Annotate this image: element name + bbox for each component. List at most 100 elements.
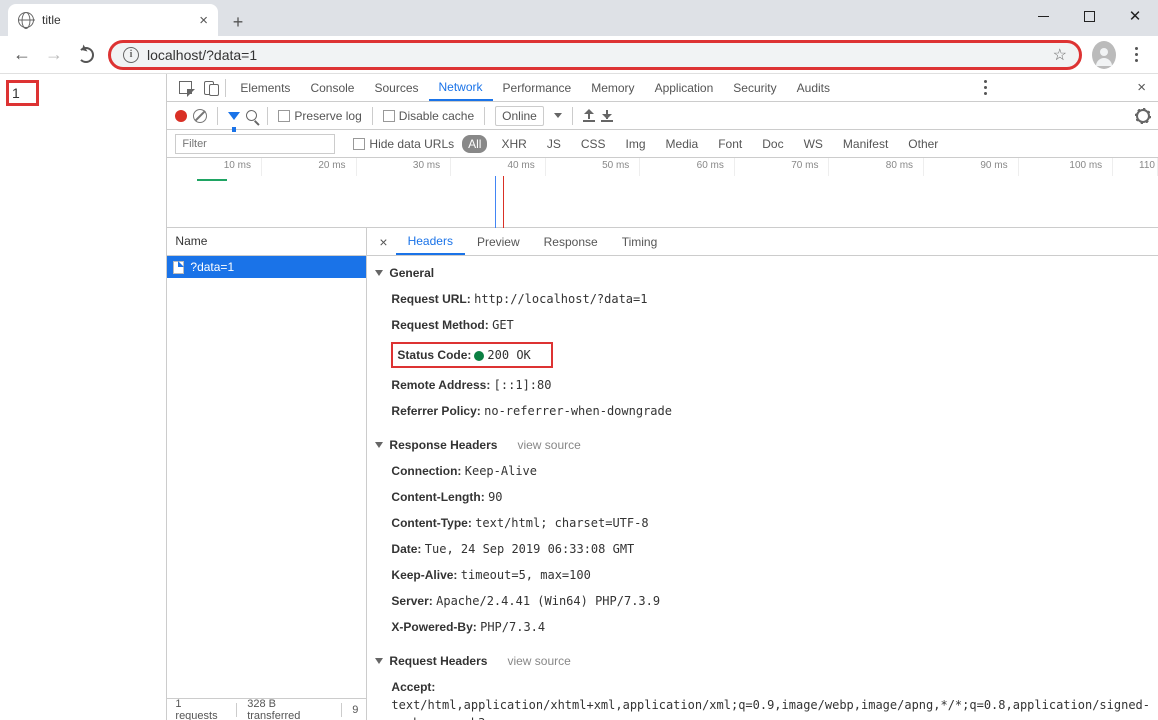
triangle-down-icon (375, 270, 383, 276)
filter-type-all[interactable]: All (462, 135, 487, 153)
tab-console[interactable]: Console (300, 74, 364, 101)
timeline-tick: 20 ms (262, 158, 357, 176)
kebab-icon (1135, 47, 1138, 62)
record-button[interactable] (175, 110, 187, 122)
filter-toggle-button[interactable] (228, 112, 240, 120)
column-header-name[interactable]: Name (167, 228, 366, 256)
devtools-menu-button[interactable] (974, 80, 998, 95)
timeline-tick: 80 ms (829, 158, 924, 176)
site-info-icon[interactable]: i (123, 47, 139, 63)
tab-security[interactable]: Security (723, 74, 786, 101)
status-code-highlight: Status Code:200 OK (391, 342, 553, 368)
filter-type-manifest[interactable]: Manifest (837, 135, 894, 153)
filter-type-ws[interactable]: WS (798, 135, 829, 153)
view-source-link[interactable]: view source (507, 654, 570, 668)
section-request-headers[interactable]: Request Headersview source (367, 648, 1158, 674)
window-titlebar: title × + ✕ (0, 0, 1158, 36)
filter-type-css[interactable]: CSS (575, 135, 612, 153)
timeline-load (503, 176, 504, 228)
device-toolbar-button[interactable] (197, 81, 221, 95)
tab-preview[interactable]: Preview (465, 228, 532, 255)
label-content-length: Content-Length: (391, 490, 484, 504)
search-button[interactable] (246, 110, 257, 121)
profile-button[interactable] (1088, 39, 1120, 71)
close-tab-icon[interactable]: × (199, 12, 208, 29)
window-close-button[interactable]: ✕ (1112, 0, 1158, 32)
tab-elements[interactable]: Elements (230, 74, 300, 101)
value-connection: Keep-Alive (465, 464, 537, 478)
label-connection: Connection: (391, 464, 461, 478)
window-minimize-button[interactable] (1020, 0, 1066, 32)
tab-timing[interactable]: Timing (610, 228, 670, 255)
label-request-method: Request Method: (391, 318, 488, 332)
inspect-element-button[interactable] (173, 81, 197, 94)
label-remote-address: Remote Address: (391, 378, 490, 392)
browser-tab[interactable]: title × (8, 4, 218, 36)
download-har-button[interactable] (601, 110, 613, 122)
section-general[interactable]: General (367, 260, 1158, 286)
tab-response[interactable]: Response (532, 228, 610, 255)
section-response-headers[interactable]: Response Headersview source (367, 432, 1158, 458)
filter-input[interactable] (175, 134, 335, 154)
window-maximize-button[interactable] (1066, 0, 1112, 32)
filter-bar: Hide data URLs All XHR JS CSS Img Media … (167, 130, 1158, 158)
filter-type-font[interactable]: Font (712, 135, 748, 153)
value-referrer-policy: no-referrer-when-downgrade (484, 404, 672, 418)
timeline-tick: 50 ms (546, 158, 641, 176)
value-keep-alive: timeout=5, max=100 (461, 568, 591, 582)
forward-button[interactable]: → (38, 39, 70, 71)
throttling-caret-icon[interactable] (554, 113, 562, 118)
network-timeline[interactable]: 10 ms 20 ms 30 ms 40 ms 50 ms 60 ms 70 m… (167, 158, 1158, 228)
filter-type-img[interactable]: Img (620, 135, 652, 153)
triangle-down-icon (375, 658, 383, 664)
value-request-url: http://localhost/?data=1 (474, 292, 647, 306)
filter-type-js[interactable]: JS (541, 135, 567, 153)
chrome-menu-button[interactable] (1120, 39, 1152, 71)
value-date: Tue, 24 Sep 2019 06:33:08 GMT (425, 542, 635, 556)
network-settings-button[interactable] (1136, 109, 1150, 123)
timeline-tick: 30 ms (357, 158, 452, 176)
view-source-link[interactable]: view source (517, 438, 580, 452)
globe-icon (18, 12, 34, 28)
request-row[interactable]: ?data=1 (167, 256, 366, 278)
timeline-tick: 90 ms (924, 158, 1019, 176)
throttling-select[interactable]: Online (495, 106, 544, 126)
preserve-log-checkbox[interactable]: Preserve log (278, 109, 361, 123)
tab-performance[interactable]: Performance (493, 74, 582, 101)
address-bar[interactable]: i localhost/?data=1 ☆ (108, 40, 1082, 70)
label-x-powered-by: X-Powered-By: (391, 620, 476, 634)
reload-button[interactable] (70, 39, 102, 71)
kebab-icon (984, 80, 987, 95)
filter-type-other[interactable]: Other (902, 135, 944, 153)
filter-type-media[interactable]: Media (660, 135, 705, 153)
upload-har-button[interactable] (583, 110, 595, 122)
disable-cache-checkbox[interactable]: Disable cache (383, 109, 474, 123)
filter-type-doc[interactable]: Doc (756, 135, 789, 153)
tab-audits[interactable]: Audits (787, 74, 840, 101)
details-tabs: × Headers Preview Response Timing (367, 228, 1158, 256)
page-output: 1 (6, 80, 39, 106)
timeline-domcontentloaded (495, 176, 496, 228)
device-icon (204, 81, 214, 95)
devtools-close-button[interactable]: × (1131, 79, 1152, 96)
bookmark-star-icon[interactable]: ☆ (1053, 45, 1067, 65)
tab-sources[interactable]: Sources (364, 74, 428, 101)
value-content-type: text/html; charset=UTF-8 (475, 516, 648, 530)
timeline-tick: 60 ms (640, 158, 735, 176)
tab-headers[interactable]: Headers (396, 228, 465, 255)
back-button[interactable]: ← (6, 39, 38, 71)
value-remote-address: [::1]:80 (494, 378, 552, 392)
tab-network[interactable]: Network (429, 74, 493, 101)
status-transferred: 328 B transferred (247, 698, 331, 720)
headers-body[interactable]: General Request URL: http://localhost/?d… (367, 256, 1158, 720)
tab-application[interactable]: Application (645, 74, 724, 101)
clear-button[interactable] (193, 109, 207, 123)
details-close-button[interactable]: × (371, 234, 395, 250)
document-icon (173, 261, 184, 274)
hide-data-urls-checkbox[interactable]: Hide data URLs (353, 137, 454, 151)
new-tab-button[interactable]: + (224, 8, 252, 36)
devtools-tabs: Elements Console Sources Network Perform… (167, 74, 1158, 102)
tab-memory[interactable]: Memory (581, 74, 644, 101)
value-server: Apache/2.4.41 (Win64) PHP/7.3.9 (436, 594, 660, 608)
filter-type-xhr[interactable]: XHR (495, 135, 532, 153)
